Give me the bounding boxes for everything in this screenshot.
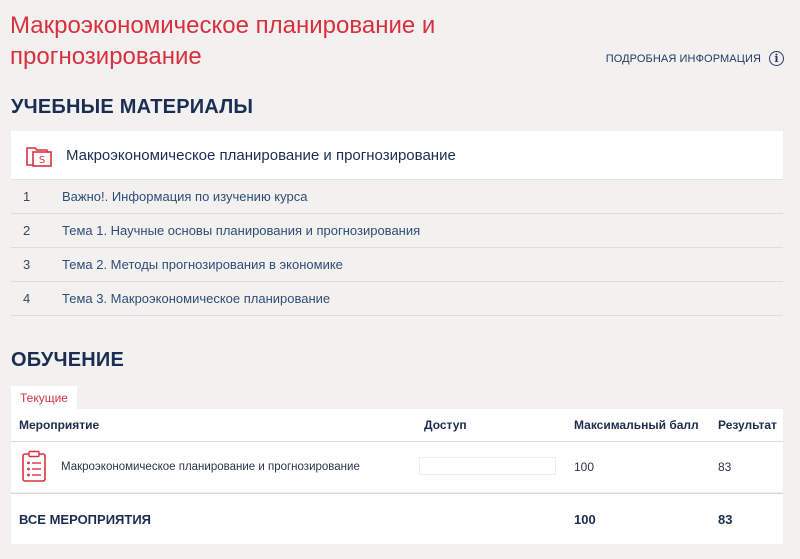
activity-name[interactable]: Макроэкономическое планирование и прогно… — [61, 442, 360, 492]
total-max-score: 100 — [574, 511, 596, 527]
materials-card-title: Макроэкономическое планирование и прогно… — [66, 146, 456, 164]
materials-card-header[interactable]: S Макроэкономическое планирование и прог… — [11, 131, 783, 180]
access-field — [419, 457, 556, 475]
activity-max-score: 100 — [574, 460, 595, 474]
material-item[interactable]: 1 Важно!. Информация по изучению курса — [11, 180, 783, 214]
material-item[interactable]: 2 Тема 1. Научные основы планирования и … — [11, 214, 783, 248]
total-label: ВСЕ МЕРОПРИЯТИЯ — [19, 511, 152, 527]
total-row: ВСЕ МЕРОПРИЯТИЯ 100 83 — [11, 493, 783, 544]
material-link[interactable]: Важно!. Информация по изучению курса — [62, 189, 307, 204]
activities-table-header: Мероприятие Доступ Максимальный балл Рез… — [11, 409, 783, 442]
column-access: Доступ — [424, 418, 467, 432]
material-item[interactable]: 4 Тема 3. Макроэкономическое планировани… — [11, 282, 783, 316]
tab-current[interactable]: Текущие — [11, 386, 77, 409]
material-item[interactable]: 3 Тема 2. Методы прогнозирования в эконо… — [11, 248, 783, 282]
more-info-label: ПОДРОБНАЯ ИНФОРМАЦИЯ — [605, 52, 761, 65]
material-link[interactable]: Тема 2. Методы прогнозирования в экономи… — [62, 257, 343, 272]
clipboard-checklist-icon — [22, 450, 46, 482]
table-row[interactable]: Макроэкономическое планирование и прогно… — [11, 442, 783, 492]
column-result: Результат — [718, 418, 777, 432]
info-icon: i — [769, 51, 784, 66]
more-info-link[interactable]: ПОДРОБНАЯ ИНФОРМАЦИЯ i — [606, 51, 784, 66]
total-result: 83 — [718, 511, 733, 527]
material-number: 4 — [23, 291, 31, 306]
column-max-score: Максимальный балл — [574, 418, 699, 432]
materials-heading: УЧЕБНЫЕ МАТЕРИАЛЫ — [11, 96, 254, 118]
material-number: 2 — [23, 223, 31, 238]
course-title: Макроэкономическое планирование и прогно… — [10, 12, 436, 70]
svg-text:S: S — [39, 155, 45, 166]
material-number: 1 — [23, 189, 31, 204]
material-number: 3 — [23, 257, 31, 272]
folder-document-icon: S — [26, 147, 52, 167]
column-event: Мероприятие — [19, 418, 100, 432]
material-link[interactable]: Тема 3. Макроэкономическое планирование — [62, 291, 330, 306]
activity-result: 83 — [718, 460, 732, 474]
material-link[interactable]: Тема 1. Научные основы планирования и пр… — [62, 223, 420, 238]
training-heading: ОБУЧЕНИЕ — [11, 349, 125, 371]
